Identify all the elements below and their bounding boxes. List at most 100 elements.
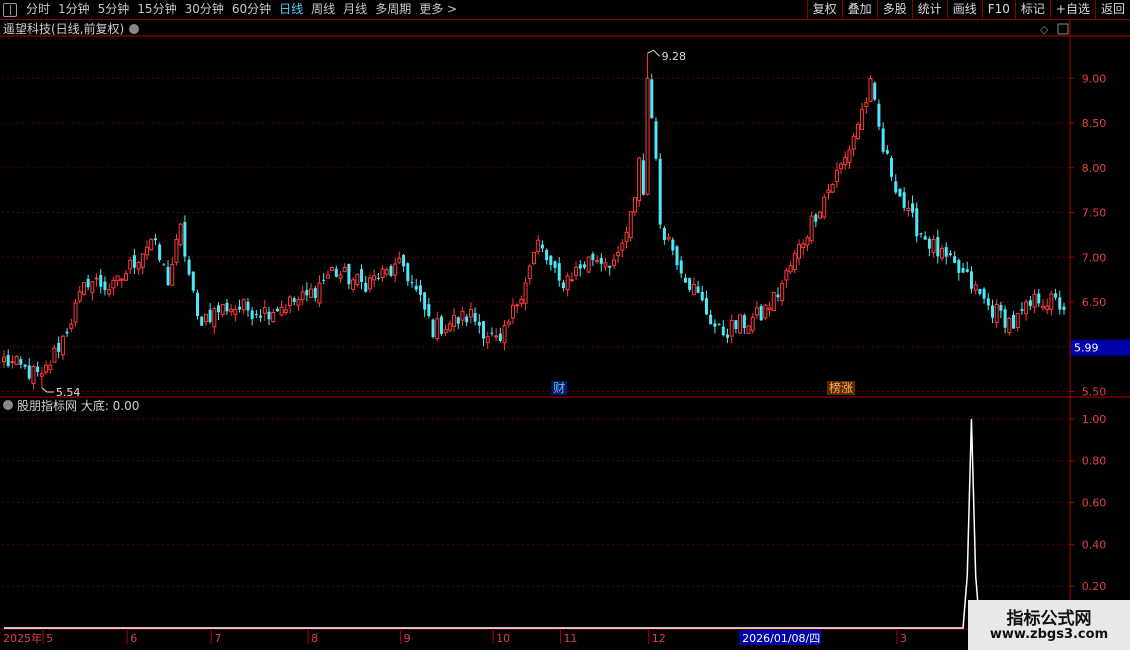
candle-body-251: [1058, 297, 1062, 310]
candle-body-252: [1062, 306, 1066, 310]
time-label-3: 7: [214, 632, 221, 645]
candle-body-247: [1040, 305, 1045, 309]
candle-body-71: [300, 291, 305, 301]
candle-body-149: [628, 211, 633, 239]
candle-body-236: [994, 303, 999, 323]
candle-body-64: [271, 311, 276, 323]
candle-body-69: [292, 298, 296, 302]
candle-body-192: [809, 215, 814, 242]
candle-body-185: [780, 283, 785, 301]
candle-body-126: [532, 251, 536, 264]
candle-body-194: [818, 211, 823, 219]
candle-body-104: [439, 316, 443, 335]
candle-body-49: [208, 309, 212, 323]
candle-body-125: [527, 265, 532, 280]
candle-body-48: [203, 313, 208, 322]
candle-body-159: [671, 239, 675, 251]
candle-body-118: [498, 333, 502, 341]
candle-body-138: [582, 264, 586, 268]
candle-body-182: [767, 307, 772, 310]
candle-body-93: [393, 263, 398, 276]
candle-body-29: [123, 273, 128, 281]
candle-body-234: [986, 298, 990, 306]
candle-body-130: [549, 255, 553, 265]
watermark: 指标公式网 www.zbgs3.com: [968, 600, 1130, 650]
candle-body-87: [367, 277, 372, 290]
candle-body-245: [1032, 293, 1037, 308]
candle-body-152: [641, 160, 645, 195]
candle-body-101: [427, 304, 431, 317]
candle-body-141: [595, 259, 600, 263]
candle-body-46: [195, 292, 199, 316]
candle-body-85: [360, 269, 364, 282]
candle-body-35: [149, 238, 154, 251]
candle-body-200: [843, 156, 848, 166]
candle-body-122: [515, 304, 520, 307]
main-tick-label-4: 7.50: [1082, 207, 1107, 220]
candle-body-237: [999, 304, 1003, 311]
candle-body-166: [700, 291, 704, 301]
candle-body-216: [911, 203, 915, 213]
candle-body-150: [632, 197, 637, 213]
candle-body-90: [380, 268, 385, 279]
candle-body-25: [107, 289, 112, 295]
candle-body-74: [313, 288, 317, 299]
candle-body-146: [616, 252, 621, 257]
candle-body-106: [447, 323, 452, 331]
candle-body-137: [578, 264, 582, 269]
candle-body-121: [510, 304, 515, 319]
candle-body-105: [443, 328, 448, 334]
candle-body-89: [376, 277, 380, 279]
candle-body-112: [473, 312, 477, 322]
candle-body-55: [233, 308, 238, 315]
time-cursor-label: 2026/01/08/四: [742, 632, 820, 645]
candle-body-135: [569, 279, 574, 282]
candle-body-191: [805, 237, 810, 246]
candle-body-133: [561, 282, 565, 289]
candle-body-239: [1007, 317, 1012, 334]
candle-body-145: [611, 259, 616, 266]
main-tick-label-2: 6.50: [1082, 296, 1107, 309]
candle-body-171: [721, 326, 725, 336]
candle-body-27: [115, 275, 120, 282]
candle-body-214: [902, 192, 906, 208]
candle-body-92: [389, 266, 393, 276]
candle-body-113: [477, 321, 481, 326]
candle-body-181: [763, 304, 768, 319]
candle-body-204: [860, 108, 865, 130]
candle-body-51: [217, 305, 221, 313]
candle-body-16: [69, 323, 74, 329]
candle-body-189: [797, 244, 801, 259]
candle-body-154: [650, 79, 654, 119]
candle-body-50: [212, 307, 217, 328]
candle-body-21: [90, 281, 95, 294]
candle-body-183: [771, 291, 776, 312]
candle-body-18: [77, 291, 82, 302]
candle-body-158: [666, 236, 671, 240]
candle-body-174: [734, 320, 738, 330]
candle-body-14: [60, 335, 65, 356]
candle-body-148: [624, 231, 629, 242]
candle-body-17: [73, 302, 78, 323]
candle-body-95: [402, 254, 406, 267]
candle-body-142: [599, 257, 603, 264]
candle-body-167: [704, 298, 708, 315]
candle-body-215: [906, 207, 911, 211]
candle-body-99: [418, 285, 422, 295]
candle-body-53: [225, 302, 229, 312]
time-label-2: 6: [130, 632, 137, 645]
candle-body-12: [52, 347, 57, 363]
candle-body-208: [877, 103, 881, 127]
candle-body-147: [620, 242, 625, 251]
candle-body-83: [351, 279, 356, 290]
candle-body-221: [931, 238, 936, 253]
time-label-5: 9: [404, 632, 411, 645]
candle-body-233: [982, 288, 986, 299]
candle-body-117: [494, 335, 499, 338]
max-price-label: 9.28: [662, 50, 687, 63]
candle-body-72: [305, 289, 309, 296]
candle-body-22: [94, 277, 99, 280]
candle-body-131: [553, 261, 557, 268]
candle-body-170: [717, 324, 721, 326]
candle-body-201: [847, 149, 852, 163]
